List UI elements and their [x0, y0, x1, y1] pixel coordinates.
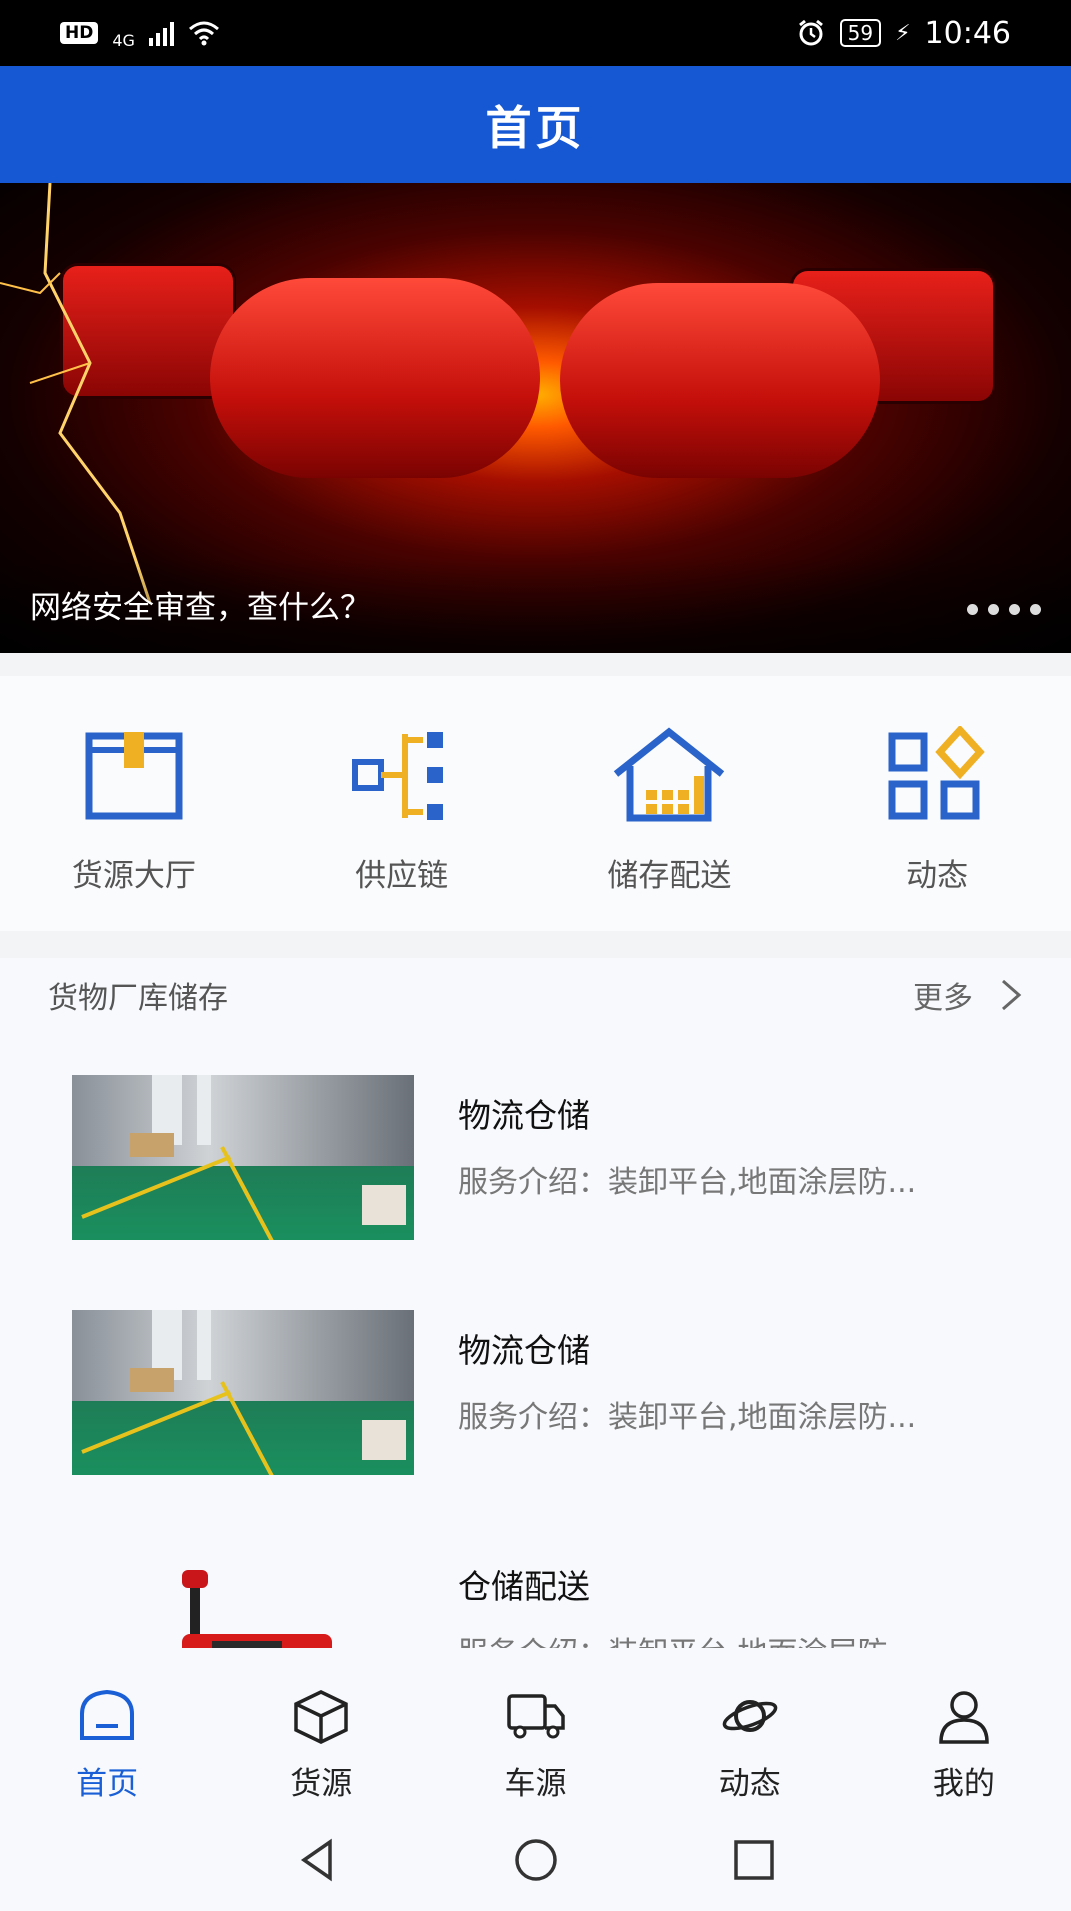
item-description: 服务介绍：装卸平台,地面涂层防... — [458, 1628, 1018, 1648]
shortcut-label: 动态 — [906, 858, 969, 894]
tab-label: 动态 — [718, 1766, 781, 1802]
tab-label: 货源 — [290, 1766, 353, 1802]
bottom-tab-bar: 首页 货源 车源 动态 我的 — [0, 1648, 1071, 1808]
more-link[interactable]: 更多 — [913, 973, 1023, 1017]
shortcut-label: 货源大厅 — [71, 858, 196, 894]
tab-label: 我的 — [932, 1766, 995, 1802]
indicator-dot — [988, 604, 999, 615]
grid-apps-icon — [888, 726, 985, 820]
item-title: 仓储配送 — [458, 1567, 590, 1606]
item-description: 服务介绍：装卸平台,地面涂层防... — [458, 1400, 917, 1435]
status-bar: HD 4G 59 ⚡ 10:46 — [0, 0, 1071, 66]
network-type: 4G — [112, 30, 135, 50]
charging-icon: ⚡ — [895, 20, 911, 46]
tab-dynamics[interactable]: 动态 — [643, 1648, 857, 1808]
tab-label: 车源 — [504, 1766, 567, 1802]
tab-home[interactable]: 首页 — [0, 1648, 214, 1808]
indicator-dot — [967, 604, 978, 615]
shortcut-supply-chain[interactable]: 供应链 — [268, 676, 536, 931]
list-item[interactable]: 物流仓储 服务介绍：装卸平台,地面涂层防... — [72, 1310, 1032, 1475]
indicator-dot — [1030, 604, 1041, 615]
carousel-indicator — [967, 604, 1041, 615]
user-icon — [939, 1691, 989, 1744]
right-glove — [560, 283, 880, 478]
banner-caption[interactable]: 网络安全审查，查什么？ — [30, 582, 371, 627]
clock: 10:46 — [924, 15, 1011, 51]
tab-cargo[interactable]: 货源 — [214, 1648, 428, 1808]
list-item[interactable]: 物流仓储 服务介绍：装卸平台,地面涂层防... — [72, 1075, 1032, 1240]
tab-profile[interactable]: 我的 — [857, 1648, 1071, 1808]
forklift-photo — [72, 1546, 414, 1648]
warehouse-house-icon — [614, 727, 725, 822]
chevron-right-icon — [1002, 979, 1022, 1011]
page-title: 首页 — [0, 66, 1071, 183]
forklift-graphic — [182, 1570, 332, 1648]
banner-carousel[interactable]: 网络安全审查，查什么？ — [0, 183, 1071, 653]
hd-badge: HD — [60, 22, 99, 44]
back-icon[interactable] — [294, 1836, 342, 1884]
warehouse-photo — [72, 1310, 414, 1475]
alarm-icon — [798, 19, 823, 46]
home-circle-icon[interactable] — [512, 1836, 560, 1884]
shortcut-label: 供应链 — [355, 858, 449, 894]
cargo-box-icon — [85, 732, 183, 820]
shortcut-label: 储存配送 — [607, 858, 732, 894]
tab-vehicles[interactable]: 车源 — [428, 1648, 642, 1808]
more-label: 更多 — [913, 981, 973, 1016]
list-item[interactable]: 仓储配送 服务介绍：装卸平台,地面涂层防... — [72, 1546, 1032, 1648]
cube-icon — [294, 1690, 349, 1744]
indicator-dot — [1009, 604, 1020, 615]
planet-icon — [722, 1700, 778, 1732]
section-title: 货物厂库储存 — [48, 981, 228, 1016]
section-header: 货物厂库储存 更多 — [0, 958, 1071, 1032]
shortcut-cargo-hall[interactable]: 货源大厅 — [0, 676, 268, 931]
home-icon — [80, 1689, 135, 1740]
shortcut-grid: 货源大厅 供应链 储存配送 动态 — [0, 676, 1071, 931]
wifi-icon — [188, 21, 219, 46]
storage-list-section: 货物厂库储存 更多 物流仓储 服务介绍：装卸平台,地面涂层防... 物流仓储 服… — [0, 958, 1071, 1648]
truck-icon — [506, 1694, 565, 1739]
recents-square-icon[interactable] — [730, 1836, 778, 1884]
warehouse-photo — [72, 1075, 414, 1240]
system-nav-bar — [0, 1808, 1071, 1911]
shortcut-dynamics[interactable]: 动态 — [803, 676, 1071, 931]
battery-icon: 59 — [839, 19, 882, 47]
item-title: 物流仓储 — [458, 1096, 590, 1135]
item-description: 服务介绍：装卸平台,地面涂层防... — [458, 1165, 917, 1200]
shortcut-storage-delivery[interactable]: 储存配送 — [536, 676, 804, 931]
item-title: 物流仓储 — [458, 1331, 590, 1370]
tab-label: 首页 — [76, 1766, 139, 1802]
supply-chain-icon — [351, 732, 443, 820]
signal-icon — [148, 20, 174, 46]
